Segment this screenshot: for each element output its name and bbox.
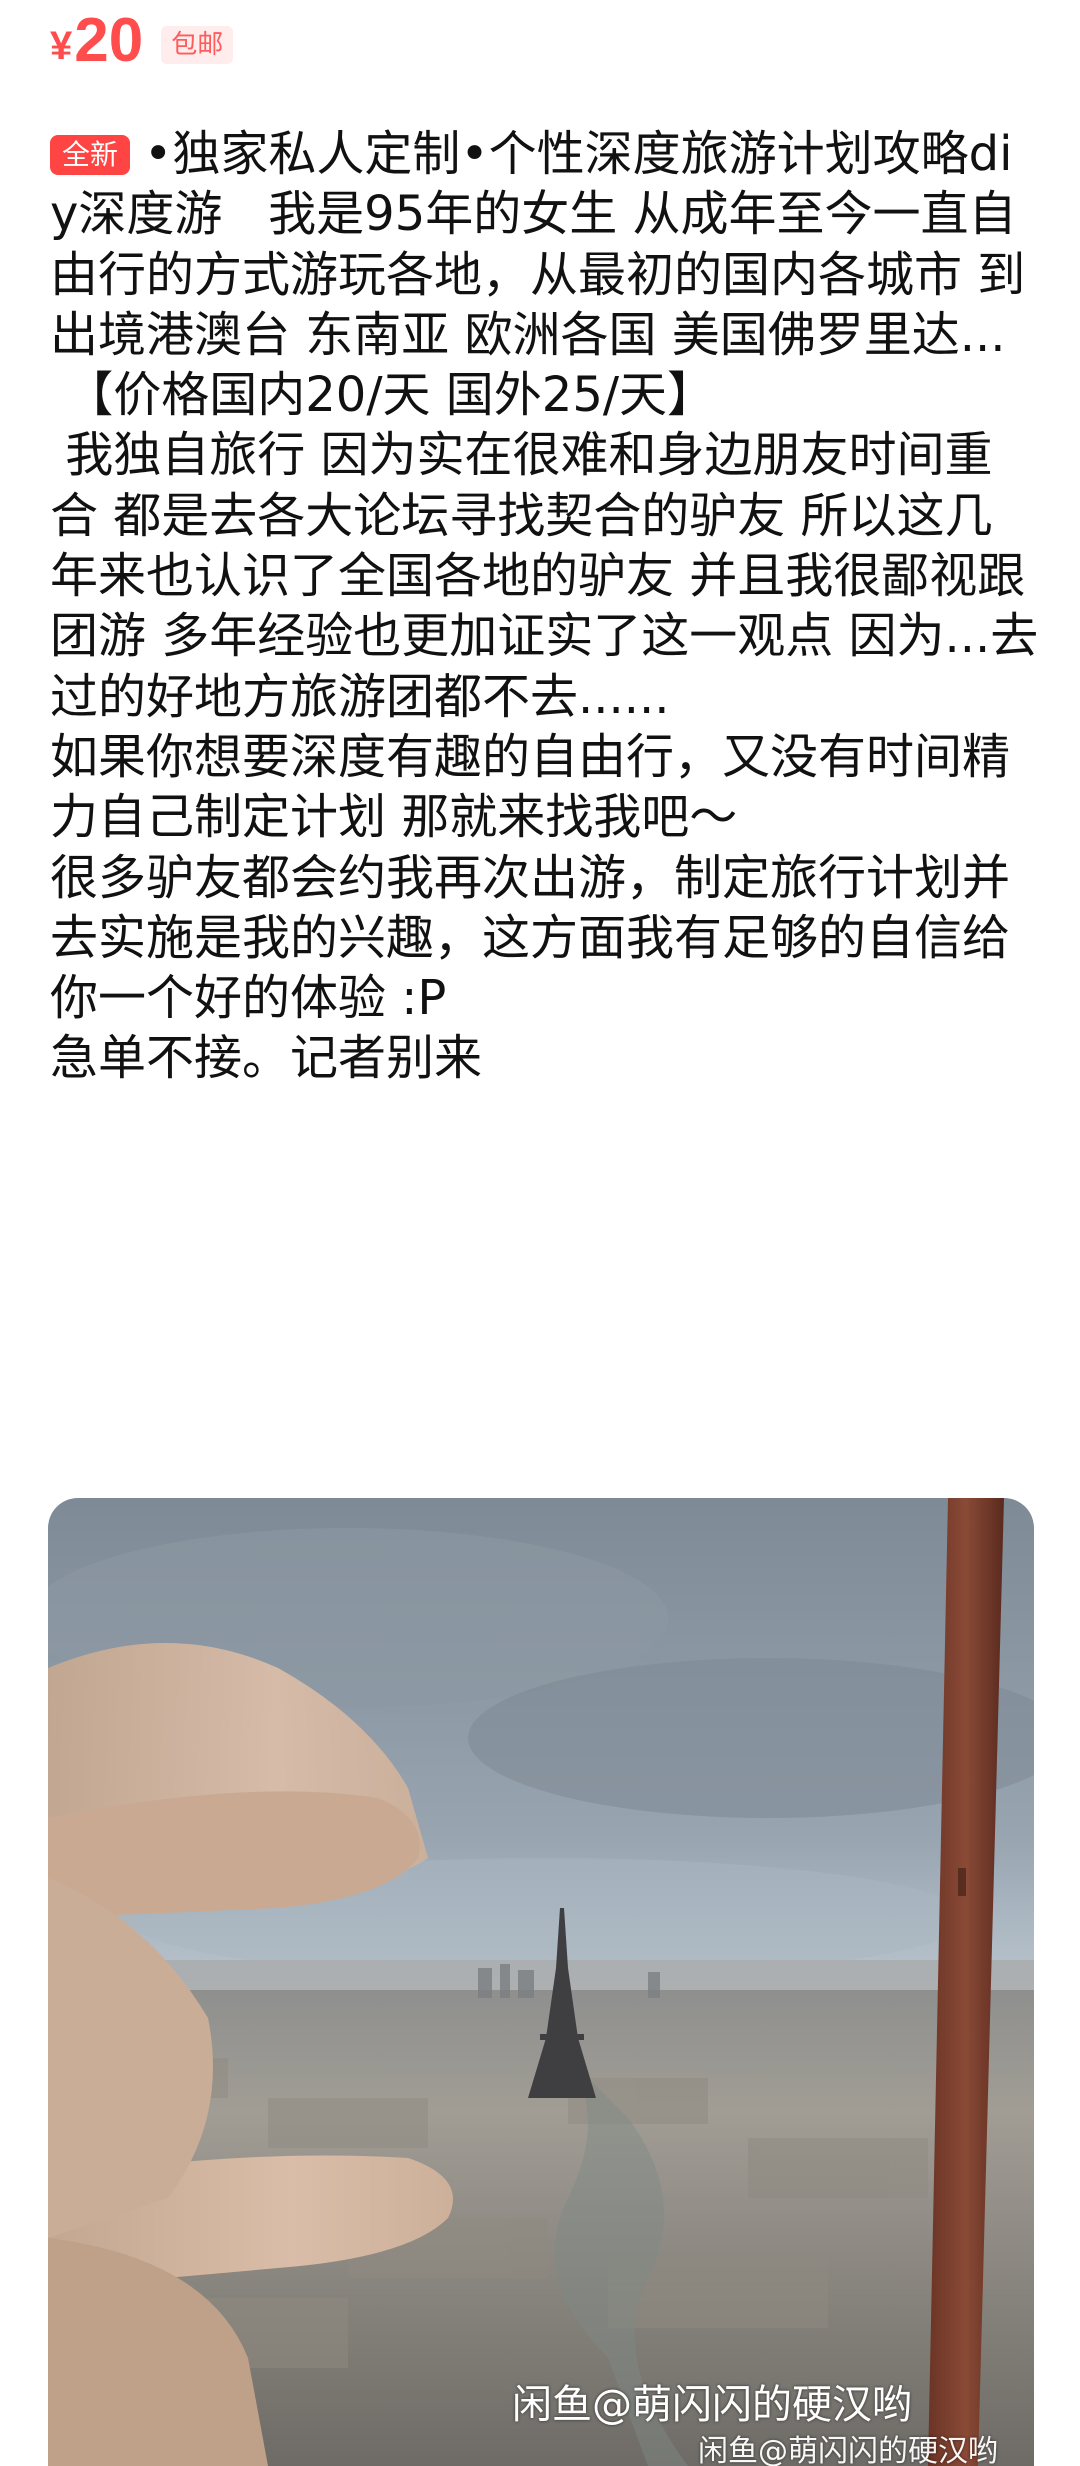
currency-symbol: ¥ — [50, 24, 73, 68]
condition-badge: 全新 — [50, 135, 131, 175]
price-value: 20 — [74, 6, 144, 75]
watermark-main: 闲鱼@萌闪闪的硬汉哟 — [512, 2382, 912, 2428]
listing-description: 全新 •独家私人定制•个性深度旅游计划攻略diy深度游 我是95年的女生 从成年至… — [50, 124, 1040, 1089]
watermark-secondary: 闲鱼@萌闪闪的硬汉哟 — [698, 2434, 998, 2466]
description-text: •独家私人定制•个性深度旅游计划攻略diy深度游 我是95年的女生 从成年至今一… — [50, 126, 1039, 1087]
eiffel-tower-photo — [48, 1498, 1034, 2466]
listing-photo[interactable] — [48, 1498, 1034, 2466]
price-row: ¥ 20 包邮 — [50, 6, 234, 78]
free-shipping-badge: 包邮 — [161, 26, 234, 64]
